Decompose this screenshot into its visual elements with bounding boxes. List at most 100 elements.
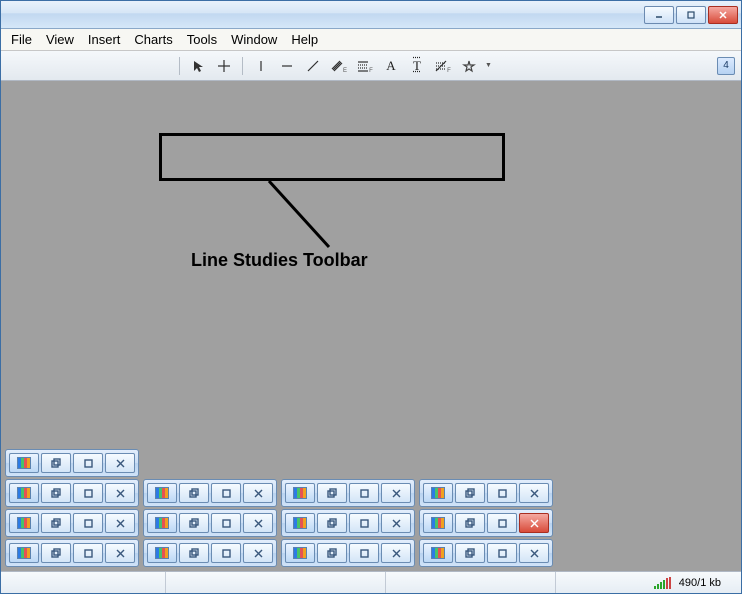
menu-view[interactable]: View: [46, 32, 74, 47]
mdi-maximize-button[interactable]: [487, 483, 517, 503]
mdi-child-window[interactable]: [5, 479, 139, 507]
menu-help[interactable]: Help: [291, 32, 318, 47]
mdi-close-button[interactable]: [105, 513, 135, 533]
chart-icon: [285, 483, 315, 503]
toolbar: E F A T F ▼ 4: [1, 51, 741, 81]
mdi-restore-button[interactable]: [41, 543, 71, 563]
mdi-maximize-button[interactable]: [349, 483, 379, 503]
chart-icon: [285, 513, 315, 533]
text-tool[interactable]: A: [381, 56, 401, 76]
mdi-maximize-button[interactable]: [73, 513, 103, 533]
mdi-restore-button[interactable]: [179, 483, 209, 503]
maximize-button[interactable]: [676, 6, 706, 24]
mdi-maximize-button[interactable]: [349, 513, 379, 533]
status-cell: [1, 572, 166, 593]
toolbar-separator: [179, 57, 180, 75]
mdi-close-button[interactable]: [105, 543, 135, 563]
mdi-maximize-button[interactable]: [487, 543, 517, 563]
mdi-maximize-button[interactable]: [73, 483, 103, 503]
mdi-child-window[interactable]: [281, 479, 415, 507]
fibonacci-fan-tool[interactable]: F: [433, 56, 453, 76]
mdi-child-window[interactable]: [5, 509, 139, 537]
chart-icon: [9, 453, 39, 473]
mdi-close-button[interactable]: [519, 513, 549, 533]
mdi-close-button[interactable]: [243, 543, 273, 563]
workspace-area: Line Studies Toolbar: [1, 81, 741, 571]
chart-icon: [9, 513, 39, 533]
mdi-restore-button[interactable]: [317, 483, 347, 503]
mdi-close-button[interactable]: [519, 543, 549, 563]
menu-charts[interactable]: Charts: [134, 32, 172, 47]
mdi-child-window[interactable]: [5, 539, 139, 567]
mdi-close-button[interactable]: [105, 453, 135, 473]
text-label-tool[interactable]: T: [407, 56, 427, 76]
mdi-maximize-button[interactable]: [73, 543, 103, 563]
mdi-restore-button[interactable]: [179, 513, 209, 533]
menu-insert[interactable]: Insert: [88, 32, 121, 47]
menu-window[interactable]: Window: [231, 32, 277, 47]
mdi-close-button[interactable]: [381, 513, 411, 533]
chart-icon: [147, 513, 177, 533]
mdi-restore-button[interactable]: [179, 543, 209, 563]
mdi-close-button[interactable]: [381, 483, 411, 503]
mdi-restore-button[interactable]: [41, 453, 71, 473]
equidistant-channel-tool[interactable]: E: [329, 56, 349, 76]
annotation-label: Line Studies Toolbar: [191, 250, 368, 271]
minimize-button[interactable]: [644, 6, 674, 24]
mdi-close-button[interactable]: [519, 483, 549, 503]
mdi-close-button[interactable]: [243, 483, 273, 503]
mdi-restore-button[interactable]: [41, 483, 71, 503]
mdi-maximize-button[interactable]: [211, 483, 241, 503]
mdi-child-window-active[interactable]: [419, 509, 553, 537]
mdi-restore-button[interactable]: [317, 543, 347, 563]
mdi-maximize-button[interactable]: [73, 453, 103, 473]
mdi-restore-button[interactable]: [317, 513, 347, 533]
status-traffic: 490/1 kb: [679, 577, 721, 589]
annotation-leader-line: [259, 181, 339, 251]
menu-file[interactable]: File: [11, 32, 32, 47]
mdi-maximize-button[interactable]: [211, 513, 241, 533]
toolbar-separator: [242, 57, 243, 75]
mdi-restore-button[interactable]: [455, 483, 485, 503]
window-controls: [644, 6, 738, 24]
vertical-line-tool[interactable]: [251, 56, 271, 76]
mdi-child-window[interactable]: [281, 539, 415, 567]
mdi-maximize-button[interactable]: [487, 513, 517, 533]
mdi-child-window[interactable]: [281, 509, 415, 537]
menu-tools[interactable]: Tools: [187, 32, 217, 47]
titlebar: [1, 1, 741, 29]
close-button[interactable]: [708, 6, 738, 24]
mdi-child-window[interactable]: [143, 539, 277, 567]
chart-icon: [147, 483, 177, 503]
crosshair-tool[interactable]: [214, 56, 234, 76]
mdi-child-window[interactable]: [143, 479, 277, 507]
trendline-tool[interactable]: [303, 56, 323, 76]
mdi-maximize-button[interactable]: [211, 543, 241, 563]
mdi-restore-button[interactable]: [41, 513, 71, 533]
chart-icon: [9, 483, 39, 503]
status-cell: [166, 572, 386, 593]
cursor-tool[interactable]: [188, 56, 208, 76]
mdi-close-button[interactable]: [105, 483, 135, 503]
objects-tool[interactable]: [459, 56, 479, 76]
status-connection: 490/1 kb: [556, 572, 741, 593]
chart-icon: [285, 543, 315, 563]
statusbar: 490/1 kb: [1, 571, 741, 593]
mdi-child-window[interactable]: [419, 479, 553, 507]
mdi-restore-button[interactable]: [455, 543, 485, 563]
application-window: File View Insert Charts Tools Window Hel…: [0, 0, 742, 594]
mdi-close-button[interactable]: [243, 513, 273, 533]
mdi-close-button[interactable]: [381, 543, 411, 563]
dropdown-caret-icon[interactable]: ▼: [485, 62, 492, 69]
notification-badge[interactable]: 4: [717, 57, 735, 75]
chart-icon: [423, 513, 453, 533]
mdi-maximize-button[interactable]: [349, 543, 379, 563]
mdi-child-window[interactable]: [5, 449, 139, 477]
text-label-letter: T: [413, 58, 421, 74]
mdi-child-window[interactable]: [143, 509, 277, 537]
mdi-child-window[interactable]: [419, 539, 553, 567]
chart-icon: [9, 543, 39, 563]
mdi-restore-button[interactable]: [455, 513, 485, 533]
fibonacci-retracement-tool[interactable]: F: [355, 56, 375, 76]
horizontal-line-tool[interactable]: [277, 56, 297, 76]
